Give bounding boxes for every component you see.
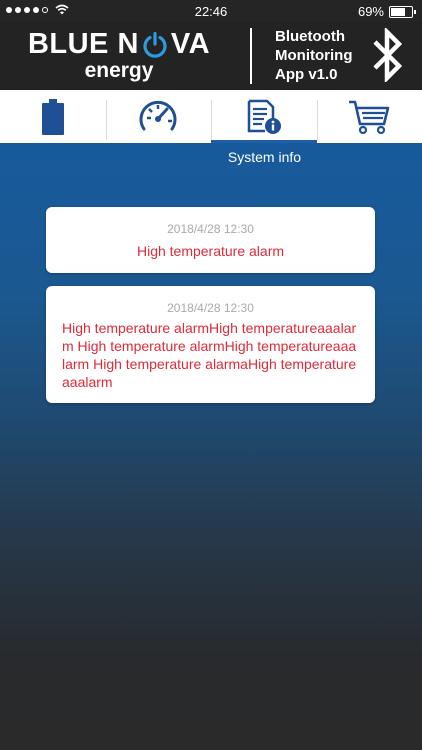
brand-subtitle: energy (84, 59, 154, 82)
brand-name-right: VA (170, 28, 211, 60)
battery-icon (41, 98, 64, 135)
alarm-card[interactable]: 2018/4/28 12:30 High temperature alarmHi… (46, 286, 375, 403)
app-header: BLUE N VA energy Bluetooth Monitoring Ap… (0, 22, 422, 90)
battery-fill (391, 7, 405, 16)
tab-dashboard[interactable] (105, 90, 212, 143)
header-divider (250, 28, 252, 84)
battery-cap (414, 9, 416, 14)
alarm-card[interactable]: 2018/4/28 12:30 High temperature alarm (46, 207, 375, 273)
app-title-line: Bluetooth (275, 28, 345, 45)
document-info-icon (247, 99, 281, 134)
shopping-cart-icon (349, 100, 390, 134)
tab-shop[interactable] (316, 90, 422, 143)
section-title: System info (227, 149, 302, 165)
app-title-line: App v1.0 (275, 66, 338, 83)
alarm-message: High temperature alarm (136, 243, 285, 259)
brand-logo: BLUE N VA energy (24, 28, 214, 83)
tab-system-info[interactable] (211, 90, 317, 143)
app-title: Bluetooth Monitoring App v1.0 (275, 27, 352, 84)
alarm-time: 2018/4/28 12:30 (167, 222, 254, 236)
tab-bar (0, 90, 422, 143)
speedometer-icon (139, 100, 177, 130)
battery-percent: 69% (357, 4, 384, 19)
tab-battery[interactable] (0, 90, 106, 143)
alarm-time: 2018/4/28 12:30 (167, 301, 254, 315)
status-bar: 22:46 69% (0, 0, 422, 22)
bluetooth-icon (373, 28, 402, 82)
alarm-message: High temperature alarmHigh temperatureaa… (62, 320, 357, 390)
app-title-line: Monitoring (275, 47, 353, 64)
brand-name-left: BLUE N (27, 28, 139, 60)
status-battery-icon (389, 5, 413, 18)
battery-status: 69% (358, 4, 416, 19)
power-icon (142, 31, 168, 58)
content-area: System info 2018/4/28 12:30 High tempera… (0, 143, 422, 750)
